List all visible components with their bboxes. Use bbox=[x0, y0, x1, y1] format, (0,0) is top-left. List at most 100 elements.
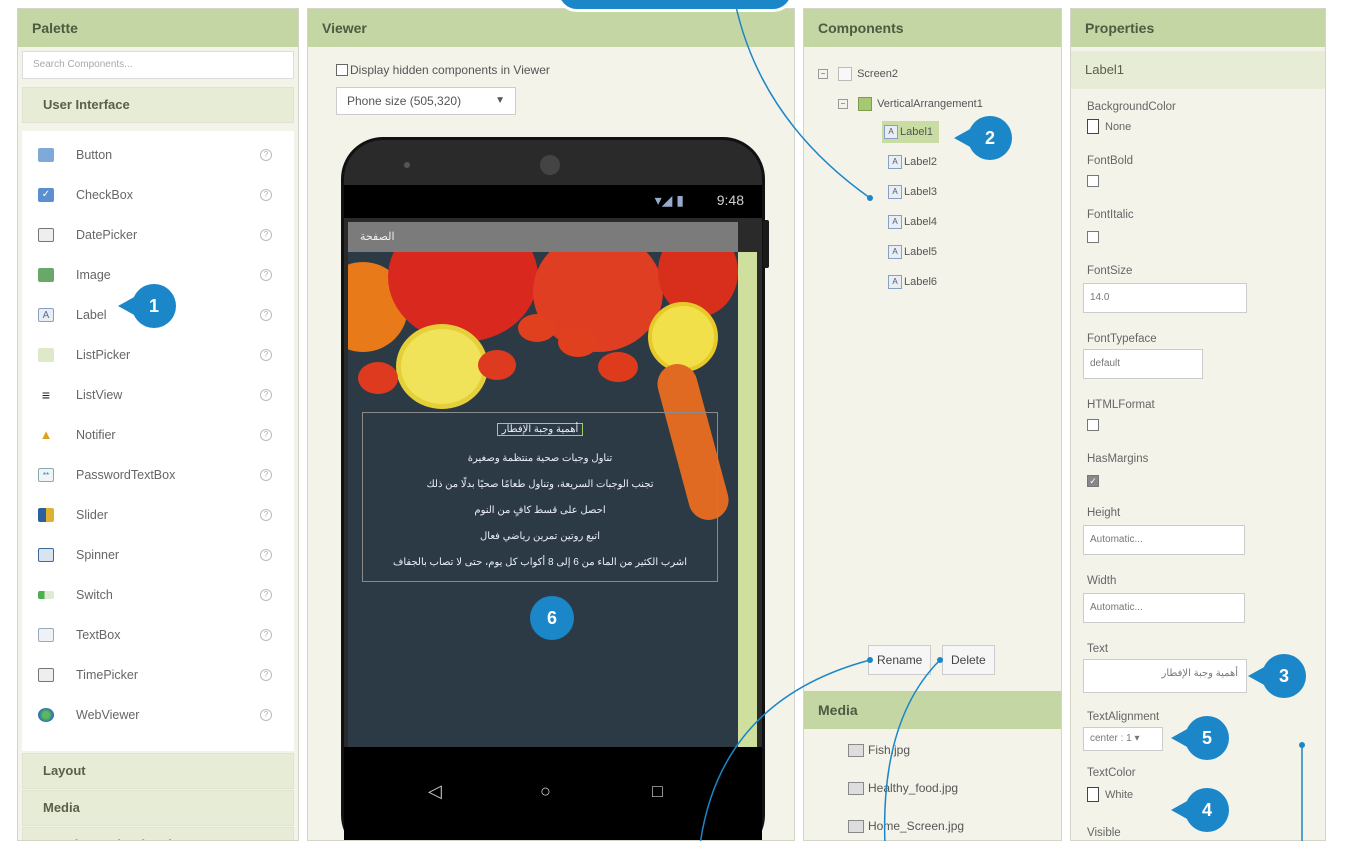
help-icon[interactable]: ? bbox=[260, 669, 272, 681]
help-icon[interactable]: ? bbox=[260, 709, 272, 721]
prop-label: Width bbox=[1087, 575, 1117, 587]
checkbox-checked[interactable]: ✓ bbox=[1087, 475, 1099, 487]
help-icon[interactable]: ? bbox=[260, 229, 272, 241]
palette-item-label: DatePicker bbox=[76, 228, 138, 242]
category-user-interface[interactable]: User Interface bbox=[22, 87, 294, 123]
prop-label: BackgroundColor bbox=[1087, 101, 1176, 113]
category-layout[interactable]: Layout bbox=[22, 753, 294, 789]
palette-item-textbox[interactable]: TextBox ? bbox=[22, 615, 294, 655]
tree-item-label3[interactable]: A Label3 bbox=[888, 181, 937, 203]
palette-item-slider[interactable]: Slider ? bbox=[22, 495, 294, 535]
help-icon[interactable]: ? bbox=[260, 189, 272, 201]
checkbox-icon: ✓ bbox=[38, 188, 54, 202]
text-alignment-select[interactable]: center : 1 ▾ bbox=[1083, 727, 1163, 751]
palette-item-checkbox[interactable]: ✓ CheckBox ? bbox=[22, 175, 294, 215]
help-icon[interactable]: ? bbox=[260, 309, 272, 321]
help-icon[interactable]: ? bbox=[260, 549, 272, 561]
category-media[interactable]: Media bbox=[22, 790, 294, 826]
rename-button[interactable]: Rename bbox=[868, 645, 932, 675]
tomato-image bbox=[358, 362, 398, 394]
font-bold-checkbox[interactable] bbox=[1087, 175, 1099, 187]
help-icon[interactable]: ? bbox=[260, 349, 272, 361]
font-size-input[interactable]: 14.0 bbox=[1083, 283, 1247, 313]
home-icon[interactable]: ○ bbox=[540, 781, 551, 802]
palette-item-listpicker[interactable]: ListPicker ? bbox=[22, 335, 294, 375]
tree-item-label5[interactable]: A Label5 bbox=[888, 241, 937, 263]
search-components-input[interactable]: Search Components... bbox=[22, 51, 294, 79]
palette-item-button[interactable]: Button ? bbox=[22, 135, 294, 175]
help-icon[interactable]: ? bbox=[260, 389, 272, 401]
tomato-image bbox=[478, 350, 516, 380]
palette-item-switch[interactable]: Switch ? bbox=[22, 575, 294, 615]
tree-item-label: Label4 bbox=[904, 216, 938, 228]
help-icon[interactable]: ? bbox=[260, 509, 272, 521]
tree-item-label: Label5 bbox=[904, 246, 938, 258]
palette-item-notifier[interactable]: ▲ Notifier ? bbox=[22, 415, 294, 455]
help-icon[interactable]: ? bbox=[260, 589, 272, 601]
help-icon[interactable]: ? bbox=[260, 149, 272, 161]
checkbox[interactable] bbox=[1087, 419, 1099, 431]
delete-button[interactable]: Delete bbox=[942, 645, 995, 675]
palette-item-datepicker[interactable]: DatePicker ? bbox=[22, 215, 294, 255]
globe-icon bbox=[38, 708, 54, 722]
palette-item-label: Image bbox=[76, 268, 111, 282]
display-hidden-checkbox[interactable] bbox=[336, 64, 348, 76]
tree-item-label2[interactable]: A Label2 bbox=[888, 151, 937, 173]
media-file[interactable]: Home_Screen.jpg bbox=[848, 819, 965, 834]
timepicker-icon bbox=[38, 668, 54, 682]
phone-size-select[interactable]: Phone size (505,320) ▼ bbox=[336, 87, 516, 115]
label-icon: A bbox=[888, 215, 902, 230]
palette-item-passwordtextbox[interactable]: ** PasswordTextBox ? bbox=[22, 455, 294, 495]
width-input[interactable]: Automatic... bbox=[1083, 593, 1245, 623]
palette-item-label: ListPicker bbox=[76, 348, 131, 362]
callout-4: 4 bbox=[1171, 788, 1229, 832]
background-color-picker[interactable]: None bbox=[1087, 119, 1131, 134]
help-icon[interactable]: ? bbox=[260, 629, 272, 641]
tree-item-label6[interactable]: A Label6 bbox=[888, 271, 937, 293]
collapse-icon[interactable]: − bbox=[818, 69, 828, 80]
recent-apps-icon[interactable]: □ bbox=[652, 781, 663, 802]
viewer-panel: Viewer Display hidden components in View… bbox=[307, 8, 795, 841]
help-icon[interactable]: ? bbox=[260, 269, 272, 281]
font-italic-checkbox[interactable] bbox=[1087, 231, 1099, 243]
display-hidden-label: Display hidden components in Viewer bbox=[350, 63, 550, 77]
checkbox[interactable] bbox=[1087, 175, 1099, 187]
display-hidden-toggle[interactable]: Display hidden components in Viewer bbox=[336, 63, 550, 77]
checkbox[interactable] bbox=[1087, 231, 1099, 243]
tree-item-label: Screen2 bbox=[857, 68, 899, 80]
back-icon[interactable]: ◁ bbox=[428, 781, 442, 802]
palette-item-label: CheckBox bbox=[76, 188, 133, 202]
tree-item-arrangement[interactable]: − VerticalArrangement1 bbox=[838, 93, 983, 115]
tree-item-screen[interactable]: − Screen2 bbox=[818, 63, 898, 85]
palette-item-label: Button bbox=[76, 148, 113, 162]
heading-label: أهمية وجبة الإفطار bbox=[496, 423, 584, 436]
camera-icon bbox=[404, 162, 410, 168]
tree-item-label: Label1 bbox=[900, 126, 934, 138]
callout-banner bbox=[556, 0, 794, 12]
text-textarea[interactable]: أهمية وجبة الإفطار bbox=[1083, 659, 1247, 693]
label-text-box[interactable]: أهمية وجبة الإفطار تناول وجبات صحية منتظ… bbox=[362, 412, 718, 582]
palette-item-webviewer[interactable]: WebViewer ? bbox=[22, 695, 294, 735]
text-color-picker[interactable]: White bbox=[1087, 787, 1133, 802]
html-format-checkbox[interactable] bbox=[1087, 419, 1099, 431]
collapse-icon[interactable]: − bbox=[838, 99, 848, 110]
category-drawing-animation[interactable]: Drawing and Animation bbox=[22, 827, 294, 840]
media-file[interactable]: Healthy_food.jpg bbox=[848, 781, 958, 796]
has-margins-checkbox[interactable]: ✓ bbox=[1087, 475, 1099, 487]
palette-item-spinner[interactable]: Spinner ? bbox=[22, 535, 294, 575]
palette-item-label: ListView bbox=[76, 388, 123, 402]
palette-item-timepicker[interactable]: TimePicker ? bbox=[22, 655, 294, 695]
palette-panel: Palette Search Components... User Interf… bbox=[17, 8, 299, 841]
height-input[interactable]: Automatic... bbox=[1083, 525, 1245, 555]
help-icon[interactable]: ? bbox=[260, 469, 272, 481]
media-file[interactable]: Fish.jpg bbox=[848, 743, 910, 758]
tree-item-label1[interactable]: A Label1 bbox=[882, 121, 940, 143]
help-icon[interactable]: ? bbox=[260, 429, 272, 441]
tree-item-label4[interactable]: A Label4 bbox=[888, 211, 937, 233]
pepper-image bbox=[533, 252, 663, 352]
phone-screen-background[interactable]: أهمية وجبة الإفطار تناول وجبات صحية منتظ… bbox=[348, 252, 738, 747]
media-file-name: Home_Screen.jpg bbox=[868, 819, 965, 833]
palette-item-listview[interactable]: ≡ ListView ? bbox=[22, 375, 294, 415]
palette-item-label: TextBox bbox=[76, 628, 121, 642]
font-typeface-select[interactable]: default bbox=[1083, 349, 1203, 379]
